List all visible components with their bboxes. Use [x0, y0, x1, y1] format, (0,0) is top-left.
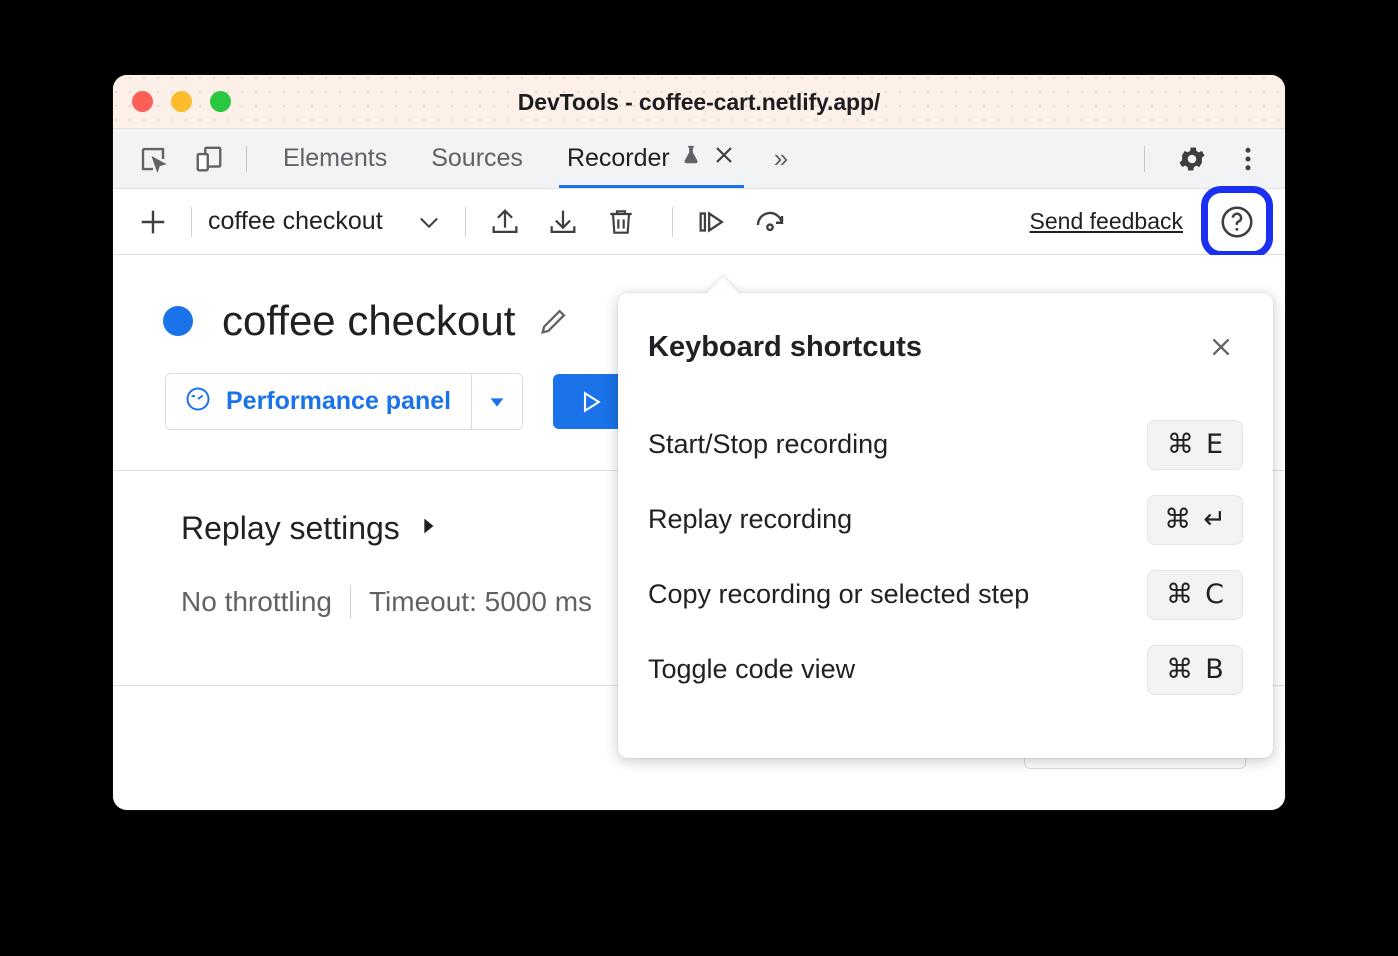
- shortcut-label: Start/Stop recording: [648, 429, 888, 460]
- recording-selector-label[interactable]: coffee checkout: [208, 207, 383, 236]
- shortcut-key: ⌘: [1166, 581, 1193, 608]
- shortcut-keys: ⌘ E: [1147, 420, 1243, 470]
- keyboard-shortcuts-popup: Keyboard shortcuts Start/Stop recording …: [618, 293, 1273, 758]
- performance-gauge-icon: [184, 385, 212, 418]
- toolbar-divider-1: [191, 207, 192, 237]
- performance-panel-main[interactable]: Performance panel: [166, 374, 471, 429]
- recorder-toolbar: coffee checkout: [113, 189, 1285, 255]
- devtools-window: DevTools - coffee-cart.netlify.app/ Elem…: [113, 75, 1285, 810]
- shortcut-list: Start/Stop recording ⌘ E Replay recordin…: [618, 365, 1273, 707]
- timeout-value: Timeout: 5000 ms: [369, 586, 592, 618]
- pencil-icon[interactable]: [537, 304, 571, 338]
- tabbar-right-actions: [1130, 136, 1285, 182]
- tabbar-right-divider: [1144, 146, 1145, 172]
- shortcut-key: ⌘: [1164, 506, 1191, 533]
- help-circle-icon: [1218, 203, 1256, 241]
- tab-elements[interactable]: Elements: [261, 129, 409, 188]
- device-toolbar-icon[interactable]: [186, 136, 232, 182]
- import-icon[interactable]: [540, 199, 586, 245]
- more-vertical-icon[interactable]: [1225, 136, 1271, 182]
- caret-right-icon: [417, 513, 439, 544]
- shortcut-key: E: [1206, 431, 1223, 458]
- toolbar-divider-2: [465, 207, 466, 237]
- replay-settings-summary: No throttling Timeout: 5000 ms: [181, 585, 592, 619]
- shortcut-label: Copy recording or selected step: [648, 579, 1029, 610]
- recording-status-dot: [163, 306, 193, 336]
- shortcut-keys: ⌘ B: [1147, 645, 1243, 695]
- replay-settings-toggle[interactable]: Replay settings: [181, 510, 439, 547]
- tab-recorder-label: Recorder: [567, 144, 670, 173]
- inspect-element-icon[interactable]: [130, 136, 176, 182]
- play-icon: [575, 387, 605, 417]
- chevron-down-icon[interactable]: [409, 202, 449, 242]
- add-recording-button[interactable]: [131, 200, 175, 244]
- shortcut-key: ⌘: [1167, 431, 1194, 458]
- performance-panel-label: Performance panel: [226, 387, 451, 416]
- more-tabs-button[interactable]: »: [758, 129, 804, 188]
- throttling-value: No throttling: [181, 586, 332, 618]
- tabbar-divider: [246, 146, 247, 172]
- shortcut-key: ↵: [1203, 506, 1226, 533]
- help-button[interactable]: [1209, 194, 1265, 250]
- send-feedback-link[interactable]: Send feedback: [1030, 208, 1183, 235]
- shortcut-key: B: [1205, 656, 1224, 683]
- recording-title: coffee checkout: [222, 297, 515, 345]
- tab-sources[interactable]: Sources: [409, 129, 545, 188]
- performance-panel-select[interactable]: Performance panel: [165, 373, 523, 430]
- close-icon[interactable]: [1203, 329, 1239, 365]
- export-icon[interactable]: [482, 199, 528, 245]
- window-title: DevTools - coffee-cart.netlify.app/: [113, 89, 1285, 116]
- replay-speed-icon[interactable]: [747, 199, 793, 245]
- tab-sources-label: Sources: [431, 144, 523, 173]
- shortcut-row: Copy recording or selected step ⌘ C: [648, 557, 1243, 632]
- toolbar-divider-3: [672, 207, 673, 237]
- screenshot-root: DevTools - coffee-cart.netlify.app/ Elem…: [0, 0, 1398, 956]
- devtools-tabbar: Elements Sources Recorder: [113, 129, 1285, 189]
- shortcut-keys: ⌘ ↵: [1147, 495, 1243, 545]
- flask-icon: [680, 143, 702, 174]
- shortcut-label: Toggle code view: [648, 654, 855, 685]
- tab-close-icon[interactable]: [712, 143, 736, 174]
- tab-elements-label: Elements: [283, 144, 387, 173]
- trash-icon[interactable]: [598, 199, 644, 245]
- popup-pointer-tail: [705, 277, 741, 295]
- shortcut-row: Toggle code view ⌘ B: [648, 632, 1243, 707]
- summary-divider: [350, 585, 351, 619]
- gear-icon[interactable]: [1169, 136, 1215, 182]
- caret-down-icon[interactable]: [471, 374, 522, 429]
- shortcut-label: Replay recording: [648, 504, 852, 535]
- shortcut-key: C: [1205, 581, 1224, 608]
- window-titlebar: DevTools - coffee-cart.netlify.app/: [113, 75, 1285, 129]
- replay-settings-label: Replay settings: [181, 510, 400, 547]
- popup-header: Keyboard shortcuts: [618, 293, 1273, 365]
- shortcut-row: Start/Stop recording ⌘ E: [648, 407, 1243, 482]
- shortcut-row: Replay recording ⌘ ↵: [648, 482, 1243, 557]
- tab-recorder[interactable]: Recorder: [545, 129, 758, 188]
- step-over-icon[interactable]: [689, 199, 735, 245]
- shortcut-key: ⌘: [1166, 656, 1193, 683]
- shortcut-keys: ⌘ C: [1147, 570, 1243, 620]
- popup-title: Keyboard shortcuts: [648, 331, 922, 364]
